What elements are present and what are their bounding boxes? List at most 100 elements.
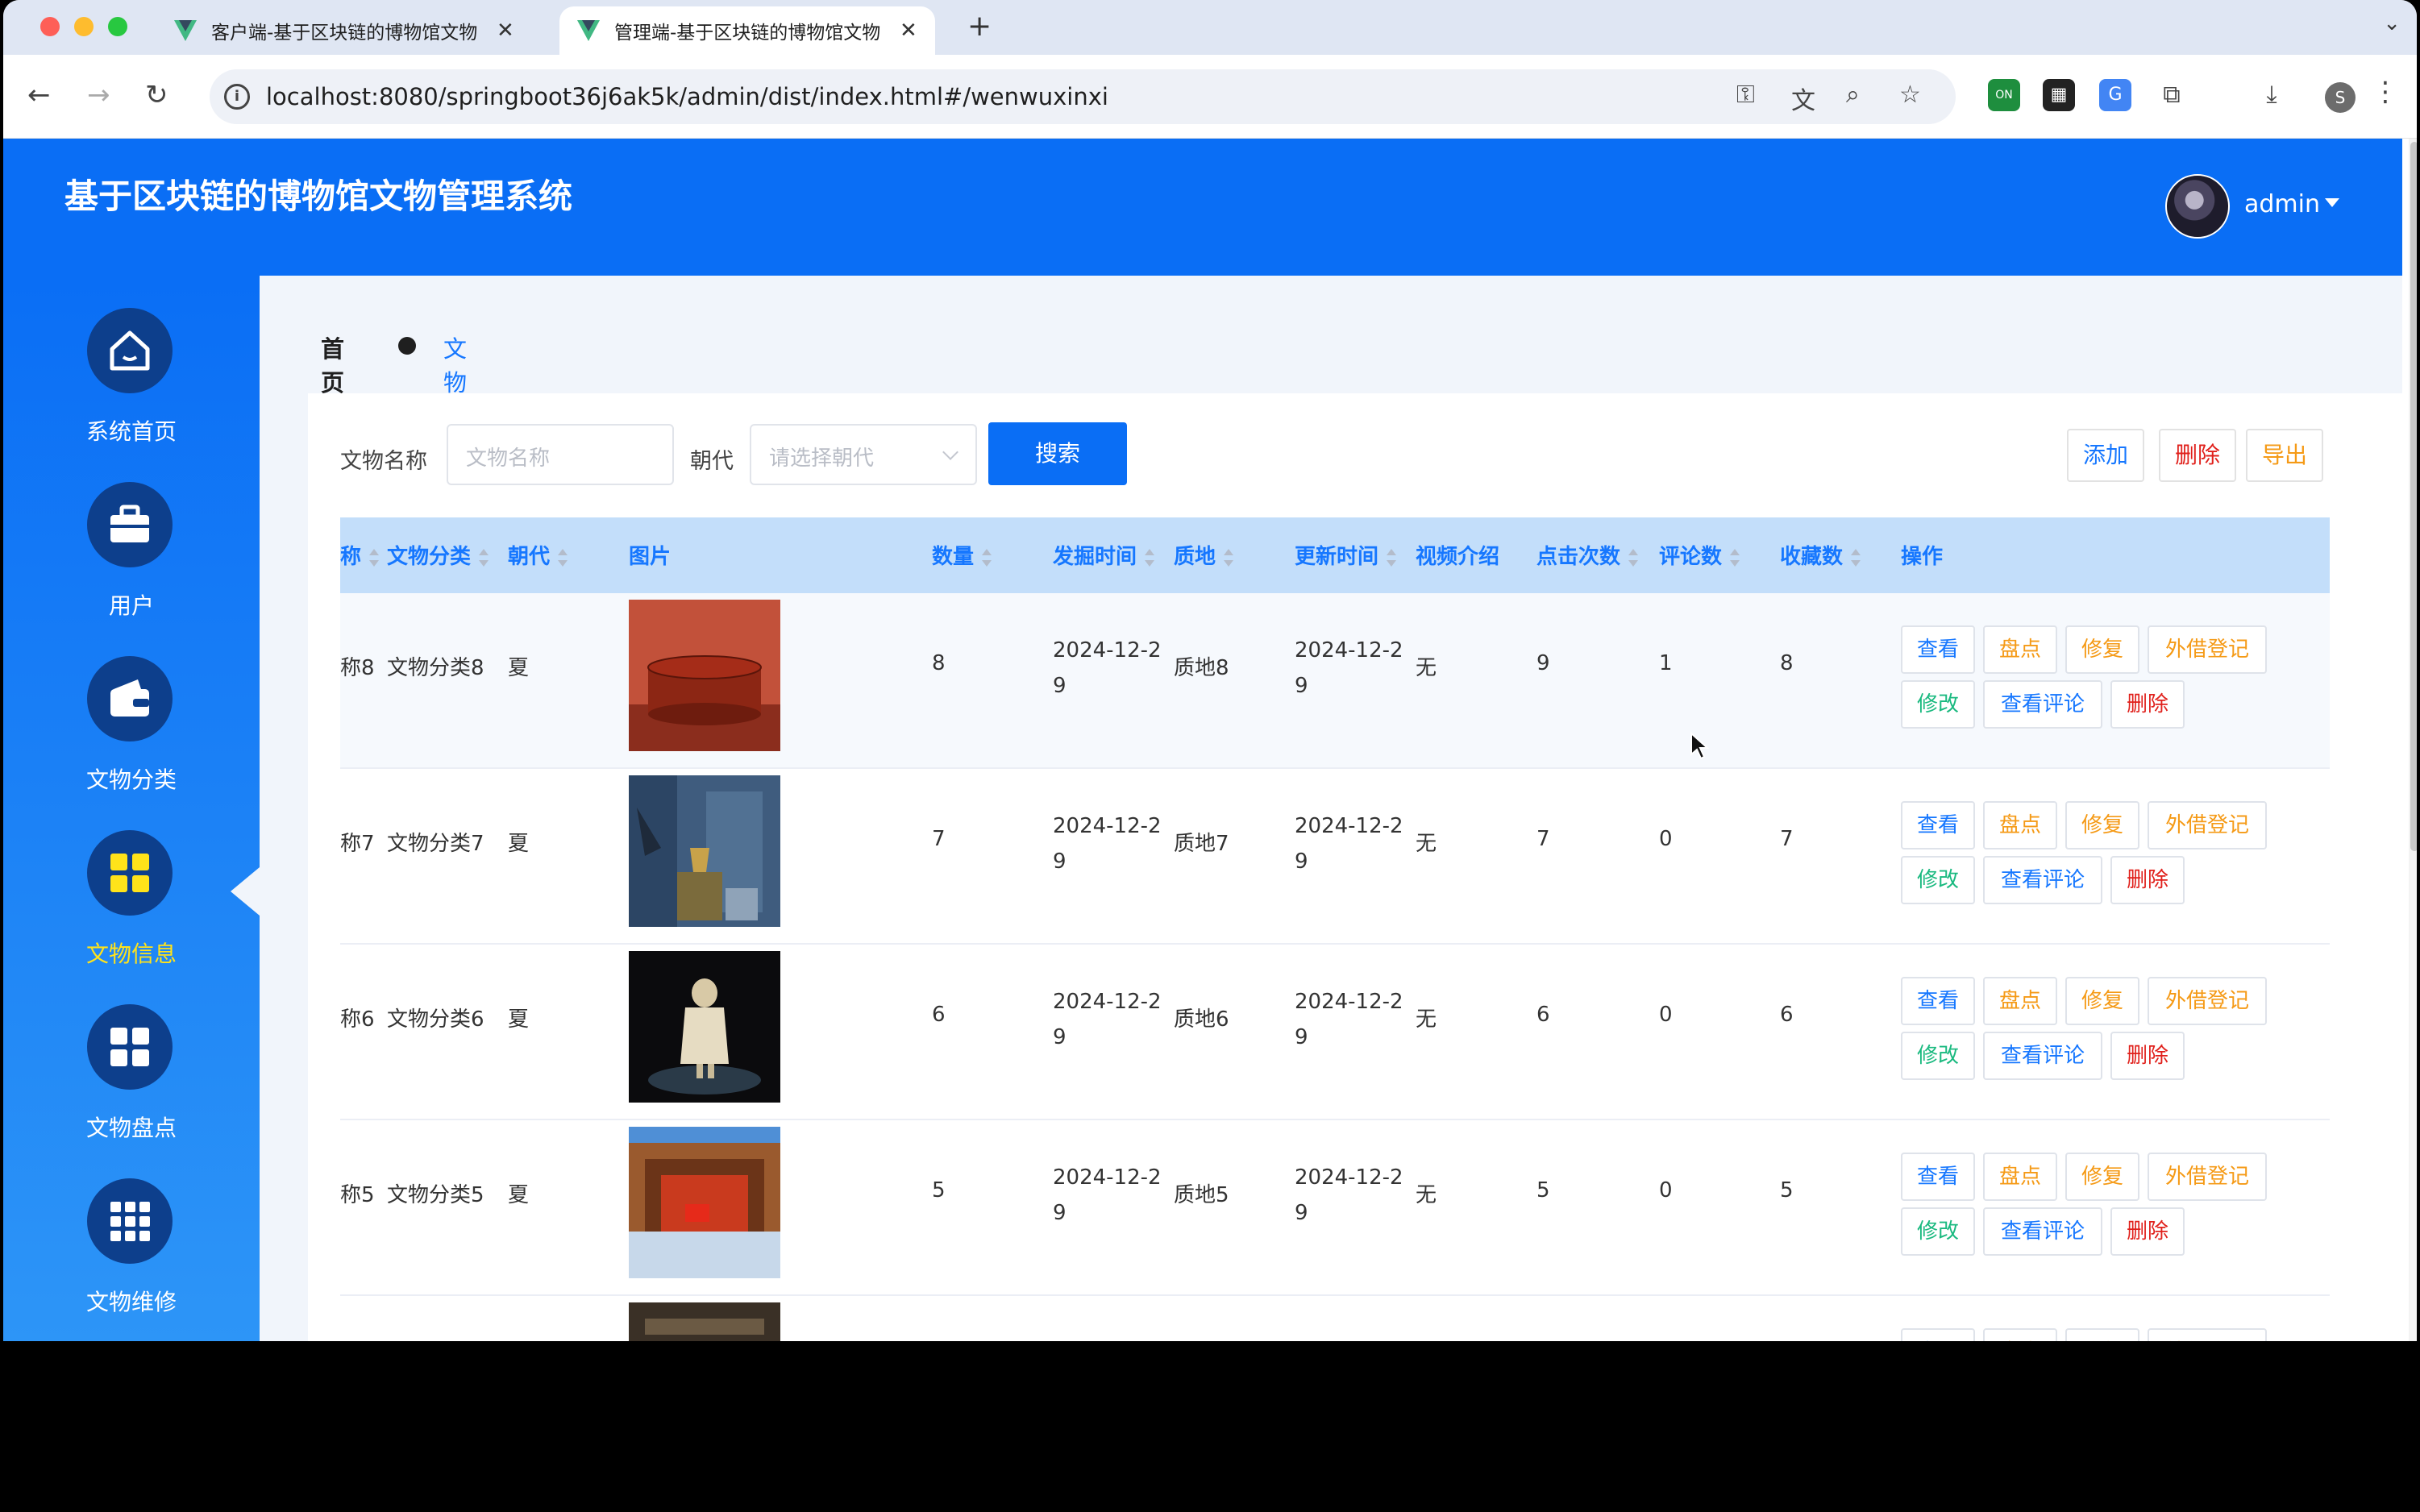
bookmark-star-icon[interactable]: ☆ <box>1899 81 1921 109</box>
bulk-delete-button[interactable]: 删除 <box>2159 429 2236 482</box>
col-header-favorites[interactable]: 收藏数 <box>1780 540 1861 570</box>
delete-button[interactable]: 删除 <box>2110 1207 2185 1256</box>
relic-thumbnail-lacquer-box[interactable] <box>629 600 780 751</box>
export-button[interactable]: 导出 <box>2246 429 2323 482</box>
loan-register-button[interactable]: 外借登记 <box>2148 625 2267 674</box>
inventory-button[interactable]: 盘点 <box>1983 1153 2057 1201</box>
zoom-icon[interactable]: ⌕ <box>1846 81 1860 109</box>
relic-thumbnail-museum-building[interactable] <box>629 1127 780 1278</box>
edit-button[interactable]: 修改 <box>1901 856 1975 904</box>
sidebar-item-inventory[interactable]: 文物盘点 <box>3 1004 260 1165</box>
edit-button[interactable]: 修改 <box>1901 1032 1975 1080</box>
delete-button[interactable]: 删除 <box>2110 1032 2185 1080</box>
col-header-category[interactable]: 文物分类 <box>387 540 489 570</box>
view-button[interactable]: 查看 <box>1901 1153 1975 1201</box>
dynasty-select[interactable]: 请选择朝代 <box>750 424 977 485</box>
col-header-comments[interactable]: 评论数 <box>1659 540 1740 570</box>
loan-register-button[interactable]: 外借登记 <box>2148 1328 2267 1341</box>
col-header-texture[interactable]: 质地 <box>1174 540 1234 570</box>
col-header-update-time[interactable]: 更新时间 <box>1295 540 1397 570</box>
maximize-window-button[interactable] <box>108 17 127 36</box>
sidebar-item-repair[interactable]: 文物维修 <box>3 1178 260 1340</box>
extension-chart-icon[interactable]: ▦ <box>2043 79 2075 111</box>
relic-thumbnail-display-case[interactable] <box>629 775 780 927</box>
username[interactable]: admin <box>2244 190 2320 218</box>
tab-search-chevron-icon[interactable]: ⌄ <box>2383 11 2401 35</box>
view-button[interactable]: 查看 <box>1901 1328 1975 1341</box>
new-tab-icon[interactable]: + <box>967 10 992 43</box>
sort-icon[interactable] <box>1730 548 1740 567</box>
sort-icon[interactable] <box>982 548 992 567</box>
close-tab-icon[interactable]: ✕ <box>900 19 917 43</box>
browser-menu-icon[interactable]: ⋮ <box>2372 76 2399 108</box>
relic-thumbnail-partial[interactable] <box>629 1302 780 1341</box>
delete-button[interactable]: 删除 <box>2110 680 2185 729</box>
sort-icon[interactable] <box>1145 548 1155 567</box>
reload-icon[interactable]: ↻ <box>145 79 168 111</box>
view-button[interactable]: 查看 <box>1901 977 1975 1025</box>
site-info-icon[interactable]: i <box>224 84 250 110</box>
download-icon[interactable]: ⤓ <box>2256 79 2288 111</box>
view-button[interactable]: 查看 <box>1901 625 1975 674</box>
user-avatar[interactable] <box>2165 174 2230 239</box>
repair-button[interactable]: 修复 <box>2065 801 2139 849</box>
loan-register-button[interactable]: 外借登记 <box>2148 977 2267 1025</box>
inventory-button[interactable]: 盘点 <box>1983 977 2057 1025</box>
repair-button[interactable]: 修复 <box>2065 1328 2139 1341</box>
sort-icon[interactable] <box>1851 548 1861 567</box>
extensions-puzzle-icon[interactable]: ⧉ <box>2156 79 2188 111</box>
col-header-dynasty[interactable]: 朝代 <box>508 540 568 570</box>
loan-register-button[interactable]: 外借登记 <box>2148 1153 2267 1201</box>
col-header-dig-time[interactable]: 发掘时间 <box>1053 540 1155 570</box>
translate-icon[interactable]: 文 <box>1791 81 1815 116</box>
address-bar[interactable]: i localhost:8080/springboot36j6ak5k/admi… <box>210 69 1956 124</box>
sidebar-item-categories[interactable]: 文物分类 <box>3 656 260 817</box>
page-scrollbar-thumb[interactable] <box>2410 142 2417 851</box>
view-button[interactable]: 查看 <box>1901 801 1975 849</box>
repair-button[interactable]: 修复 <box>2065 1153 2139 1201</box>
inventory-button[interactable]: 盘点 <box>1983 625 2057 674</box>
close-tab-icon[interactable]: ✕ <box>497 19 514 43</box>
sort-icon[interactable] <box>369 548 380 567</box>
name-search-input[interactable]: 文物名称 <box>447 424 674 485</box>
browser-tab-admin[interactable]: 管理端-基于区块链的博物馆文物 ✕ <box>559 6 935 55</box>
sidebar-item-users[interactable]: 用户 <box>3 482 260 643</box>
relic-thumbnail-figurine[interactable] <box>629 951 780 1103</box>
col-header-name[interactable]: 称 <box>340 540 380 570</box>
view-comments-button[interactable]: 查看评论 <box>1983 1032 2102 1080</box>
delete-button[interactable]: 删除 <box>2110 856 2185 904</box>
view-comments-button[interactable]: 查看评论 <box>1983 856 2102 904</box>
sort-icon[interactable] <box>1628 548 1639 567</box>
sort-icon[interactable] <box>1224 548 1234 567</box>
user-menu-caret-icon[interactable] <box>2325 198 2339 207</box>
sort-icon[interactable] <box>558 548 568 567</box>
inventory-button[interactable]: 盘点 <box>1983 801 2057 849</box>
back-arrow-icon[interactable]: ← <box>27 79 51 111</box>
password-key-icon[interactable]: ⚿ <box>1736 81 1755 109</box>
close-window-button[interactable] <box>40 17 60 36</box>
col-header-quantity[interactable]: 数量 <box>932 540 992 570</box>
search-button[interactable]: 搜索 <box>988 422 1127 485</box>
sort-icon[interactable] <box>1387 548 1397 567</box>
view-comments-button[interactable]: 查看评论 <box>1983 680 2102 729</box>
repair-button[interactable]: 修复 <box>2065 625 2139 674</box>
view-comments-button[interactable]: 查看评论 <box>1983 1207 2102 1256</box>
col-header-clicks[interactable]: 点击次数 <box>1536 540 1639 570</box>
sort-icon[interactable] <box>479 548 489 567</box>
profile-avatar[interactable]: S <box>2325 82 2356 113</box>
minimize-window-button[interactable] <box>74 17 94 36</box>
loan-register-button[interactable]: 外借登记 <box>2148 801 2267 849</box>
sidebar-item-home[interactable]: 系统首页 <box>3 308 260 469</box>
sidebar-item-relic-info[interactable]: 文物信息 <box>3 830 260 991</box>
add-button[interactable]: 添加 <box>2067 429 2144 482</box>
browser-tab-client[interactable]: 客户端-基于区块链的博物馆文物 ✕ <box>156 6 532 55</box>
google-translate-extension-icon[interactable]: G <box>2099 79 2131 111</box>
forward-arrow-icon[interactable]: → <box>87 79 110 111</box>
edit-button[interactable]: 修改 <box>1901 1207 1975 1256</box>
repair-button[interactable]: 修复 <box>2065 977 2139 1025</box>
extension-on-icon[interactable]: ON <box>1988 79 2020 111</box>
breadcrumb-home[interactable]: 首页 <box>321 330 344 398</box>
cell-name: 称7 <box>340 832 375 856</box>
inventory-button[interactable]: 盘点 <box>1983 1328 2057 1341</box>
edit-button[interactable]: 修改 <box>1901 680 1975 729</box>
